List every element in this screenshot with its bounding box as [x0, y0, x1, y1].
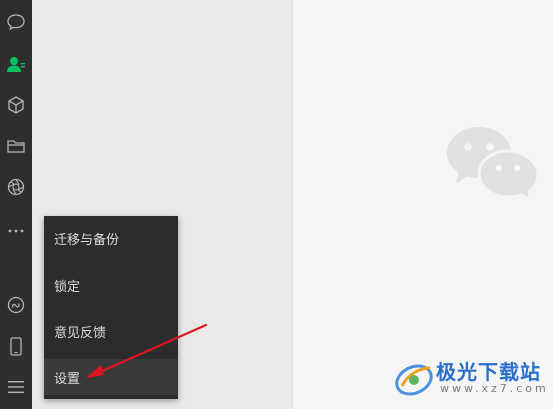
chat-icon[interactable] — [4, 10, 28, 34]
site-url: www.xz7.com — [440, 382, 549, 395]
more-menu-popup: 迁移与备份 锁定 意见反馈 设置 — [44, 216, 178, 399]
moments-icon[interactable] — [4, 175, 28, 199]
menu-icon[interactable] — [4, 375, 28, 399]
menu-item-label: 设置 — [54, 371, 81, 387]
menu-item-label: 意见反馈 — [54, 325, 107, 341]
main-content-pane — [293, 0, 553, 409]
files-icon[interactable] — [4, 134, 28, 158]
wechat-logo-icon — [445, 125, 540, 204]
menu-item-lock[interactable]: 锁定 — [44, 267, 178, 303]
site-logo-icon — [395, 364, 433, 396]
favorites-icon[interactable] — [4, 93, 28, 117]
contacts-icon[interactable] — [4, 52, 28, 76]
menu-item-feedback[interactable]: 意见反馈 — [44, 313, 178, 349]
more-icon[interactable] — [4, 219, 28, 243]
site-name: 极光下载站 — [436, 360, 541, 384]
phone-icon[interactable] — [4, 335, 28, 359]
sidebar — [0, 0, 32, 409]
menu-item-label: 锁定 — [54, 279, 81, 295]
menu-item-label: 迁移与备份 — [54, 232, 120, 248]
menu-item-migrate-backup[interactable]: 迁移与备份 — [44, 220, 178, 256]
menu-item-settings[interactable]: 设置 — [44, 359, 178, 395]
mini-program-icon[interactable] — [4, 293, 28, 317]
site-watermark: 极光下载站 www.xz7.com — [392, 352, 552, 404]
